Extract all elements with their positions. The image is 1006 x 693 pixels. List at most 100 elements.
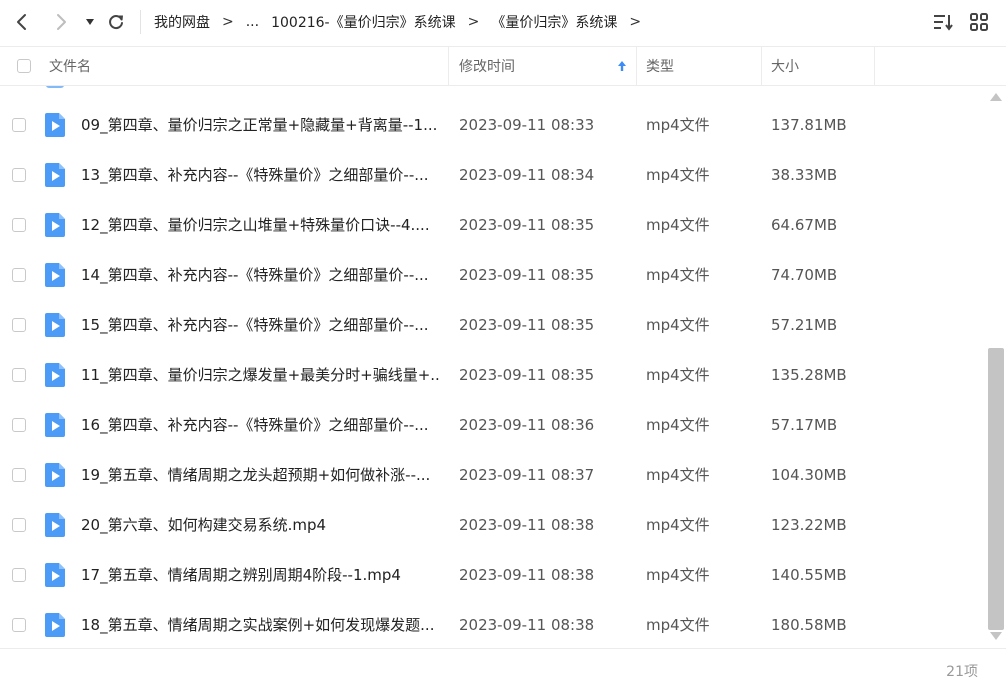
breadcrumb-item[interactable]: 《量价归宗》系统课: [491, 12, 617, 32]
column-divider[interactable]: [874, 47, 875, 85]
file-type: mp4文件: [646, 416, 710, 434]
file-modified: 2023-09-11 08:37: [459, 466, 595, 484]
breadcrumb-separator-icon: >: [222, 14, 234, 30]
file-row[interactable]: 20_第六章、如何构建交易系统.mp4 2023-09-11 08:38 mp4文件…: [0, 500, 986, 550]
file-row[interactable]: 18_第五章、情绪周期之实战案例+如何发现爆发题... 2023-09-11 08…: [0, 600, 986, 648]
forward-button[interactable]: [48, 9, 74, 35]
file-modified: 2023-09-11 08:38: [459, 566, 595, 584]
column-size[interactable]: 大小: [771, 47, 799, 85]
breadcrumb-item[interactable]: 我的网盘: [154, 12, 210, 32]
file-row[interactable]: 19_第五章、情绪周期之龙头超预期+如何做补涨--... 2023-09-11 0…: [0, 450, 986, 500]
column-divider[interactable]: [636, 47, 637, 85]
file-name[interactable]: 20_第六章、如何构建交易系统.mp4: [81, 500, 441, 550]
file-type: mp4文件: [646, 316, 710, 334]
row-checkbox[interactable]: [12, 518, 26, 532]
file-list: 09_第四章、量价归宗之正常量+隐藏量+背离量--1... 2023-09-11 …: [0, 86, 986, 648]
video-file-icon: [45, 113, 65, 137]
file-modified: 2023-09-11 08:34: [459, 166, 595, 184]
sort-button[interactable]: [932, 12, 954, 36]
video-file-icon: [45, 163, 65, 187]
file-type: mp4文件: [646, 116, 710, 134]
column-type[interactable]: 类型: [646, 47, 674, 85]
column-modified[interactable]: 修改时间: [459, 47, 515, 85]
file-name[interactable]: 11_第四章、量价归宗之爆发量+最美分时+骗线量+...: [81, 350, 441, 400]
video-file-icon: [45, 213, 65, 237]
row-checkbox[interactable]: [12, 618, 26, 632]
checkbox[interactable]: [17, 59, 31, 73]
file-type: mp4文件: [646, 366, 710, 384]
file-row[interactable]: 13_第四章、补充内容--《特殊量价》之细部量价--... 2023-09-11 …: [0, 150, 986, 200]
file-modified: 2023-09-11 08:38: [459, 516, 595, 534]
file-size: 57.17MB: [771, 416, 838, 434]
file-name[interactable]: 16_第四章、补充内容--《特殊量价》之细部量价--...: [81, 400, 441, 450]
grid-view-button[interactable]: [969, 12, 989, 36]
file-modified: 2023-09-11 08:38: [459, 616, 595, 634]
back-button[interactable]: [9, 9, 35, 35]
column-name[interactable]: 文件名: [49, 47, 91, 85]
file-type: mp4文件: [646, 216, 710, 234]
file-type: mp4文件: [646, 566, 710, 584]
file-modified: 2023-09-11 08:35: [459, 216, 595, 234]
row-checkbox[interactable]: [12, 268, 26, 282]
file-row[interactable]: 09_第四章、量价归宗之正常量+隐藏量+背离量--1... 2023-09-11 …: [0, 100, 986, 150]
file-type: mp4文件: [646, 266, 710, 284]
file-size: 140.55MB: [771, 566, 847, 584]
scroll-up-arrow-icon[interactable]: [990, 93, 1002, 101]
file-size: 104.30MB: [771, 466, 847, 484]
file-modified: 2023-09-11 08:36: [459, 416, 595, 434]
file-type: mp4文件: [646, 166, 710, 184]
history-dropdown-button[interactable]: [77, 9, 103, 35]
sort-list-icon: [934, 15, 953, 31]
file-type: mp4文件: [646, 516, 710, 534]
video-file-icon: [45, 413, 65, 437]
breadcrumb-item[interactable]: ...: [246, 14, 259, 30]
file-modified: 2023-09-11 08:35: [459, 366, 595, 384]
file-size: 123.22MB: [771, 516, 847, 534]
file-size: 137.81MB: [771, 116, 847, 134]
file-size: 38.33MB: [771, 166, 838, 184]
toolbar: 我的网盘 > ... 100216-《量价归宗》系统课 > 《量价归宗》系统课 …: [0, 0, 1006, 44]
video-file-icon: [45, 613, 65, 637]
scroll-down-arrow-icon[interactable]: [990, 632, 1002, 640]
column-divider[interactable]: [448, 47, 449, 85]
file-name[interactable]: 18_第五章、情绪周期之实战案例+如何发现爆发题...: [81, 600, 441, 648]
file-modified: 2023-09-11 08:33: [459, 116, 595, 134]
row-checkbox[interactable]: [12, 418, 26, 432]
file-name[interactable]: 13_第四章、补充内容--《特殊量价》之细部量价--...: [81, 150, 441, 200]
file-size: 57.21MB: [771, 316, 838, 334]
row-checkbox[interactable]: [12, 168, 26, 182]
file-row[interactable]: 17_第五章、情绪周期之辨别周期4阶段--1.mp4 2023-09-11 08:…: [0, 550, 986, 600]
toolbar-divider: [140, 10, 141, 34]
row-checkbox[interactable]: [12, 568, 26, 582]
file-size: 135.28MB: [771, 366, 847, 384]
select-all-checkbox[interactable]: [17, 47, 31, 85]
row-checkbox[interactable]: [12, 318, 26, 332]
breadcrumb-item[interactable]: 100216-《量价归宗》系统课: [271, 12, 456, 32]
file-row[interactable]: 11_第四章、量价归宗之爆发量+最美分时+骗线量+... 2023-09-11 0…: [0, 350, 986, 400]
caret-down-icon: [86, 19, 94, 25]
row-checkbox[interactable]: [12, 118, 26, 132]
file-name[interactable]: 15_第四章、补充内容--《特殊量价》之细部量价--...: [81, 300, 441, 350]
status-bar: 21项: [0, 648, 1006, 693]
file-row[interactable]: 16_第四章、补充内容--《特殊量价》之细部量价--... 2023-09-11 …: [0, 400, 986, 450]
row-checkbox[interactable]: [12, 218, 26, 232]
file-row[interactable]: 15_第四章、补充内容--《特殊量价》之细部量价--... 2023-09-11 …: [0, 300, 986, 350]
refresh-button[interactable]: [103, 9, 129, 35]
file-row[interactable]: 14_第四章、补充内容--《特殊量价》之细部量价--... 2023-09-11 …: [0, 250, 986, 300]
breadcrumb-separator-icon: >: [629, 14, 642, 30]
file-size: 64.67MB: [771, 216, 838, 234]
row-checkbox[interactable]: [12, 368, 26, 382]
scrollbar-thumb[interactable]: [988, 348, 1004, 630]
column-divider[interactable]: [761, 47, 762, 85]
file-name[interactable]: 17_第五章、情绪周期之辨别周期4阶段--1.mp4: [81, 550, 441, 600]
vertical-scrollbar[interactable]: [986, 86, 1006, 648]
file-modified: 2023-09-11 08:35: [459, 266, 595, 284]
video-file-icon: [45, 263, 65, 287]
file-name[interactable]: 12_第四章、量价归宗之山堆量+特殊量价口诀--4....: [81, 200, 441, 250]
file-name[interactable]: 14_第四章、补充内容--《特殊量价》之细部量价--...: [81, 250, 441, 300]
file-name[interactable]: 09_第四章、量价归宗之正常量+隐藏量+背离量--1...: [81, 100, 441, 150]
file-row[interactable]: 12_第四章、量价归宗之山堆量+特殊量价口诀--4.... 2023-09-11 …: [0, 200, 986, 250]
file-name[interactable]: 19_第五章、情绪周期之龙头超预期+如何做补涨--...: [81, 450, 441, 500]
row-checkbox[interactable]: [12, 468, 26, 482]
column-header: 文件名 修改时间 类型 大小: [0, 46, 1006, 86]
